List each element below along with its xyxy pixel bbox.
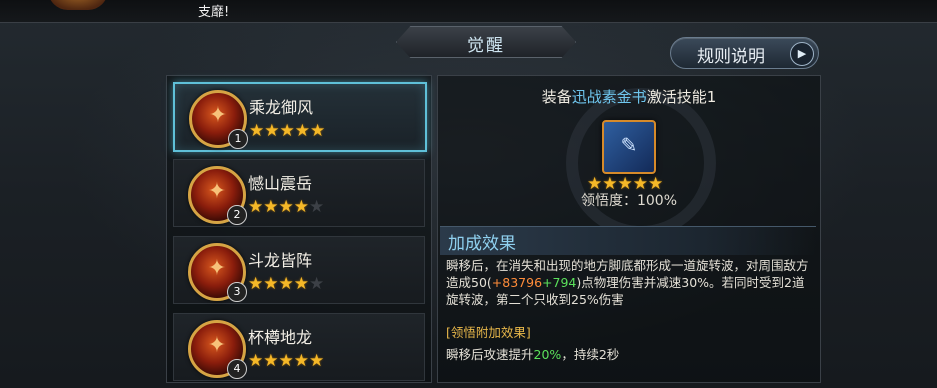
star-filled-icon: ★ <box>293 351 309 371</box>
star-empty-icon: ★ <box>309 274 325 294</box>
effect-bonus-green: +794 <box>542 275 577 290</box>
skill-icon: ✦ 4 <box>188 320 247 379</box>
equip-prefix: 装备 <box>541 88 572 106</box>
character-portrait-icon <box>48 0 108 10</box>
skill-index-badge: 3 <box>227 282 247 302</box>
skill-icon: ✦ 1 <box>189 90 248 149</box>
star-filled-icon: ★ <box>279 121 295 141</box>
equip-requirement: 装备迅战素金书激活技能1 <box>438 86 820 107</box>
bonus-title: [领悟附加效果] <box>446 325 531 340</box>
star-filled-icon: ★ <box>248 351 264 371</box>
bonus-text-1: 瞬移后攻速提升 <box>446 347 534 362</box>
skill-detail-panel: 装备迅战素金书激活技能1 ✎ ★★★★★ 领悟度：100% 加成效果 瞬移后，在… <box>437 75 821 383</box>
dragon-ride-icon: ✦ <box>208 103 228 128</box>
star-filled-icon: ★ <box>310 121 326 141</box>
star-filled-icon: ★ <box>278 351 294 371</box>
equip-suffix: 激活技能1 <box>646 88 717 106</box>
star-filled-icon: ★ <box>293 197 309 217</box>
equip-item-link[interactable]: 迅战素金书 <box>572 88 647 106</box>
rules-button[interactable]: 规则说明 ▶ <box>670 37 819 69</box>
skill-name: 斗龙皆阵 <box>248 251 313 270</box>
skill-item-2[interactable]: ✦ 2 憾山震岳 ★★★★★ <box>173 159 425 227</box>
skill-icon: ✦ 2 <box>188 166 247 225</box>
skill-item-3[interactable]: ✦ 3 斗龙皆阵 ★★★★★ <box>173 236 425 304</box>
bonus-text-2: ，持续2秒 <box>561 347 620 362</box>
item-stars: ★★★★★ <box>587 174 663 193</box>
title-plate: 觉醒 <box>396 26 576 58</box>
earth-dragon-icon: ✦ <box>207 333 227 358</box>
effect-description: 瞬移后，在消失和出现的地方脚底都形成一道旋转波，对周围敌方造成50(+83796… <box>446 257 814 308</box>
skill-stars: ★★★★★ <box>249 121 326 141</box>
star-filled-icon: ★ <box>248 197 264 217</box>
skill-book-item[interactable]: ✎ <box>602 120 656 174</box>
skill-stars: ★★★★★ <box>248 274 325 294</box>
skill-list: ✦ 1 乘龙御风 ★★★★★ ✦ 2 憾山震岳 ★★★★★ ✦ 3 斗龙皆阵 ★… <box>166 75 432 383</box>
skill-index-badge: 4 <box>227 359 247 379</box>
star-filled-icon: ★ <box>309 351 325 371</box>
skill-item-4[interactable]: ✦ 4 杯樽地龙 ★★★★★ <box>173 313 425 381</box>
skill-index-badge: 1 <box>228 129 248 149</box>
notice-text: 支靡! <box>198 5 230 20</box>
bonus-value: 20% <box>533 347 562 362</box>
effect-header: 加成效果 <box>440 226 816 255</box>
star-filled-icon: ★ <box>263 351 279 371</box>
skill-icon: ✦ 3 <box>188 243 247 302</box>
mountain-shake-icon: ✦ <box>207 179 227 204</box>
rules-button-label: 规则说明 <box>697 47 765 67</box>
star-filled-icon: ★ <box>264 121 280 141</box>
star-filled-icon: ★ <box>249 121 265 141</box>
page-title: 觉醒 <box>467 36 505 56</box>
star-filled-icon: ★ <box>263 274 279 294</box>
top-notice-bar: 支靡! <box>0 0 937 23</box>
dragon-formation-icon: ✦ <box>207 256 227 281</box>
skill-stars: ★★★★★ <box>248 351 325 371</box>
skill-name: 憾山震岳 <box>248 174 313 193</box>
star-filled-icon: ★ <box>278 197 294 217</box>
arrow-right-icon: ▶ <box>790 42 814 66</box>
skill-name: 乘龙御风 <box>249 98 314 117</box>
star-empty-icon: ★ <box>309 197 325 217</box>
skill-index-badge: 2 <box>227 205 247 225</box>
comprehension-level: 领悟度：100% <box>580 193 678 209</box>
effect-title: 加成效果 <box>448 234 516 254</box>
star-filled-icon: ★ <box>294 121 310 141</box>
skill-name: 杯樽地龙 <box>248 328 313 347</box>
skill-stars: ★★★★★ <box>248 197 325 217</box>
effect-bonus-orange: +83796 <box>491 275 543 290</box>
star-filled-icon: ★ <box>293 274 309 294</box>
star-filled-icon: ★ <box>248 274 264 294</box>
star-filled-icon: ★ <box>263 197 279 217</box>
skill-item-1[interactable]: ✦ 1 乘龙御风 ★★★★★ <box>173 82 427 152</box>
bonus-description: 瞬移后攻速提升20%，持续2秒 <box>446 344 619 363</box>
book-icon: ✎ <box>620 133 638 157</box>
star-filled-icon: ★ <box>278 274 294 294</box>
